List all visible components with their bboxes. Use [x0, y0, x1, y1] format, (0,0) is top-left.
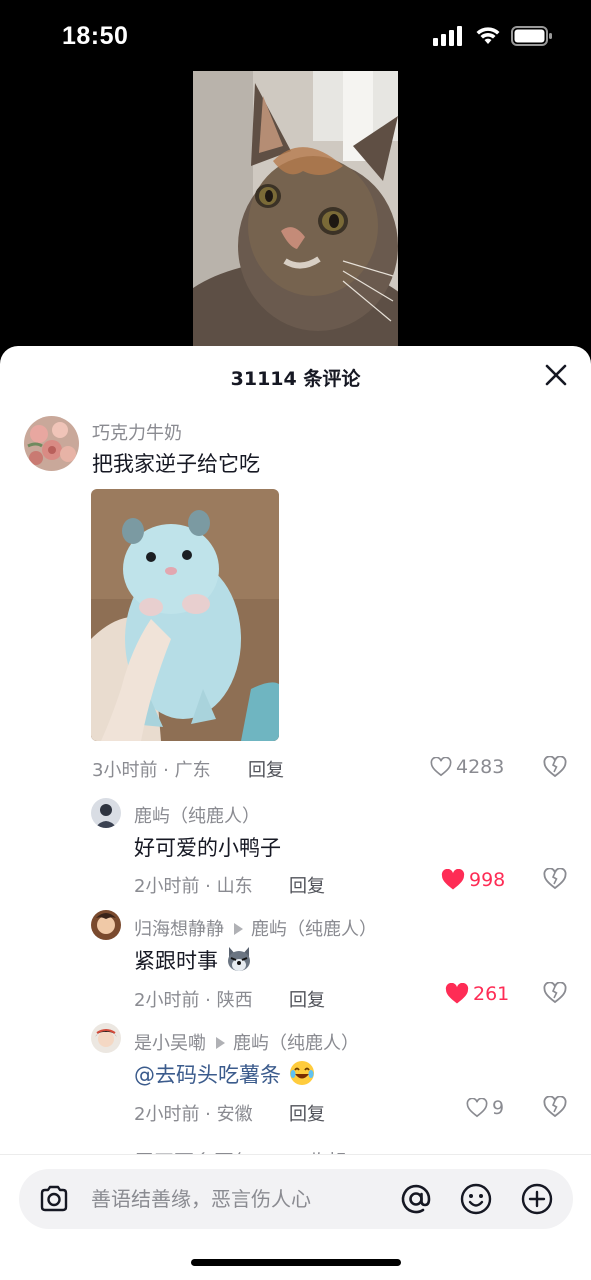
wifi-icon	[476, 27, 500, 44]
comment-text: 把我家逆子给它吃	[92, 452, 260, 476]
dislike-icon[interactable]	[543, 982, 567, 1006]
reply-button[interactable]: 回复	[289, 1100, 325, 1126]
reply-time-location: 2小时前 · 山东	[134, 876, 253, 897]
like-button[interactable]: 4283	[430, 756, 504, 778]
reply-to-user[interactable]: 鹿屿（纯鹿人）	[251, 919, 377, 940]
laughing-emoji-icon	[289, 1061, 314, 1085]
reply-username[interactable]: 鹿屿（纯鹿人）	[134, 802, 260, 828]
dislike-icon[interactable]	[543, 1096, 567, 1120]
reply-button[interactable]: 回复	[248, 756, 284, 782]
reply-time-location: 2小时前 · 陕西	[134, 990, 253, 1011]
reply-button[interactable]: 回复	[289, 872, 325, 898]
comment-username[interactable]: 巧克力牛奶	[92, 419, 182, 445]
close-icon[interactable]	[543, 362, 569, 388]
heart-outline-icon	[430, 757, 452, 777]
comment-image[interactable]	[91, 489, 279, 741]
dislike-icon[interactable]	[543, 868, 567, 892]
avatar-image	[91, 798, 121, 828]
emoji-icon[interactable]	[459, 1182, 493, 1216]
hamster-photo	[91, 489, 279, 741]
like-count: 998	[469, 869, 506, 891]
comment-input-container[interactable]	[19, 1169, 573, 1229]
like-button[interactable]: 998	[441, 869, 505, 891]
reply-text: @去码头吃薯条	[134, 1059, 316, 1089]
reply-username: 是小吴嘞 鹿屿（纯鹿人）	[134, 1029, 359, 1055]
heart-filled-icon	[441, 869, 465, 890]
like-count: 261	[473, 983, 510, 1005]
reply-time-location: 2小时前 · 安徽	[134, 1104, 253, 1125]
reply-author[interactable]: 归海想静静	[134, 919, 224, 940]
home-indicator	[191, 1259, 401, 1266]
mention-link[interactable]: @去码头吃薯条	[134, 1063, 281, 1087]
like-button[interactable]: 261	[445, 983, 509, 1005]
avatar-image	[91, 1023, 121, 1053]
comment-time-location: 3小时前 · 广东	[92, 760, 211, 781]
wolf-emoji-icon	[227, 947, 250, 971]
dislike-icon[interactable]	[543, 756, 567, 780]
reply-text: 好可爱的小鸭子	[134, 836, 281, 860]
reply-username: 归海想静静 鹿屿（纯鹿人）	[134, 915, 377, 941]
camera-icon[interactable]	[37, 1182, 71, 1216]
battery-icon	[511, 26, 552, 46]
reply-to-arrow-icon	[216, 1037, 225, 1049]
mention-at-icon[interactable]	[399, 1182, 433, 1216]
status-time: 18:50	[62, 22, 129, 50]
status-bar: 18:50	[0, 0, 591, 80]
comment-input-bar	[0, 1154, 591, 1280]
heart-outline-icon	[466, 1098, 488, 1118]
comment-count-title: 31114 条评论	[230, 368, 361, 390]
avatar-roses-image	[24, 416, 79, 471]
status-icons	[433, 26, 553, 46]
avatar-image	[91, 910, 121, 940]
reply-text: 紧跟时事	[134, 945, 253, 975]
avatar[interactable]	[91, 1023, 121, 1053]
avatar[interactable]	[24, 416, 79, 471]
signal-icon	[433, 26, 462, 46]
comment-sheet: 31114 条评论 巧克力牛奶 把我家逆子给它吃 3小时前 · 广东 回复 42…	[0, 346, 591, 1280]
cat-video-frame	[193, 71, 398, 361]
like-count: 4283	[456, 756, 505, 778]
add-icon[interactable]	[520, 1182, 554, 1216]
reply-to-arrow-icon	[234, 923, 243, 935]
reply-button[interactable]: 回复	[289, 986, 325, 1012]
avatar[interactable]	[91, 910, 121, 940]
heart-filled-icon	[445, 983, 469, 1004]
like-count: 9	[492, 1097, 505, 1119]
reply-author[interactable]: 是小吴嘞	[134, 1033, 206, 1054]
video-player[interactable]	[193, 71, 398, 361]
avatar[interactable]	[91, 798, 121, 828]
like-button[interactable]: 9	[466, 1097, 504, 1119]
reply-text-content: 紧跟时事	[134, 949, 218, 973]
comment-input[interactable]	[91, 1169, 371, 1229]
reply-to-user[interactable]: 鹿屿（纯鹿人）	[233, 1033, 359, 1054]
